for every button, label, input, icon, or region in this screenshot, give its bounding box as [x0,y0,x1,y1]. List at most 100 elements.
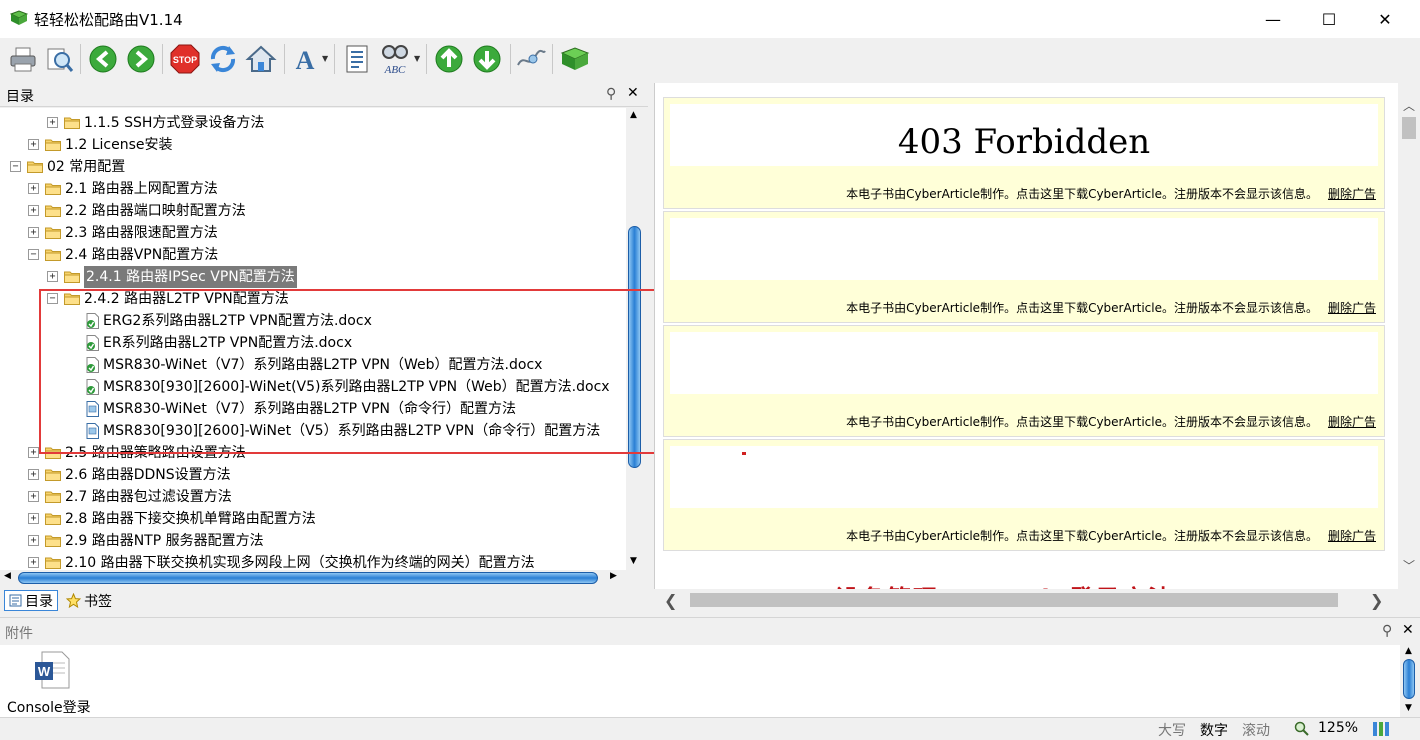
delete-ad-link[interactable]: 删除广告 [1328,529,1376,543]
toc-item[interactable]: MSR830-WiNet（V7）系列路由器L2TP VPN（Web）配置方法.d… [0,354,626,376]
scroll-down-icon[interactable]: ▼ [630,556,637,566]
toc-item-label: MSR830-WiNet（V7）系列路由器L2TP VPN（命令行）配置方法 [103,401,517,417]
toc-hscroll-thumb[interactable] [18,572,598,584]
attachment-doc-icon [86,357,99,373]
tab-bookmarks[interactable]: 书签 [62,590,116,611]
toc-panel-title: 目录 [6,89,34,105]
contents-button[interactable] [340,42,374,76]
expand-icon[interactable]: + [28,535,39,546]
expand-icon[interactable]: + [28,227,39,238]
expand-icon[interactable]: + [28,447,39,458]
collapse-icon[interactable]: − [28,249,39,260]
minimize-button[interactable]: — [1250,0,1296,38]
scroll-up-icon[interactable]: ▲ [630,110,637,120]
columns-icon[interactable] [1372,721,1390,737]
scroll-up-icon[interactable]: ▲ [1405,646,1412,656]
expand-icon[interactable]: + [47,271,58,282]
toc-item[interactable]: MSR830-WiNet（V7）系列路由器L2TP VPN（命令行）配置方法 [0,398,626,420]
attachment-item[interactable]: W Console登录 [4,649,100,716]
toc-item[interactable]: +1.2 License安装 [0,134,626,156]
find-dropdown-icon[interactable]: ▼ [414,54,422,64]
previous-topic-button[interactable] [432,42,466,76]
toc-vertical-scrollbar[interactable]: ▲ ▼ [626,108,644,570]
expand-icon[interactable]: + [28,205,39,216]
toc-item[interactable]: − 2.4 路由器VPN配置方法 [0,244,626,266]
folder-icon [45,491,61,503]
cyberarticle-notice-link[interactable]: 本电子书由CyberArticle制作。点击这里下载CyberArticle。注… [846,301,1318,315]
toc-horizontal-scrollbar[interactable]: ◀ ▶ [0,570,626,586]
content-vertical-scrollbar[interactable]: ︿ ﹀ [1398,83,1420,589]
toc-item[interactable]: +2.3 路由器限速配置方法 [0,222,626,244]
toc-item[interactable]: ERG2系列路由器L2TP VPN配置方法.docx [0,310,626,332]
scroll-down-icon[interactable]: ﹀ [1403,557,1415,574]
content-block: 本电子书由CyberArticle制作。点击这里下载CyberArticle。注… [663,325,1385,437]
content-hscroll-thumb[interactable] [690,593,1338,607]
expand-icon[interactable]: + [47,117,58,128]
toc-item[interactable]: ER系列路由器L2TP VPN配置方法.docx [0,332,626,354]
content-scroll-thumb[interactable] [1402,117,1416,139]
pin-icon[interactable]: ⚲ [606,86,616,102]
expand-icon[interactable]: + [28,139,39,150]
expand-icon[interactable]: + [28,513,39,524]
toc-item[interactable]: MSR830[930][2600]-WiNet（V5）系列路由器L2TP VPN… [0,420,626,442]
find-icon: ABC [382,45,408,76]
cyberarticle-notice-link[interactable]: 本电子书由CyberArticle制作。点击这里下载CyberArticle。注… [846,415,1318,429]
delete-ad-link[interactable]: 删除广告 [1328,301,1376,315]
scroll-down-icon[interactable]: ▼ [1405,703,1412,713]
zoom-icon[interactable] [1294,721,1310,737]
attachments-scroll-thumb[interactable] [1403,659,1415,699]
font-button[interactable]: A [288,42,322,76]
next-topic-button[interactable] [470,42,504,76]
collapse-icon[interactable]: − [47,293,58,304]
delete-ad-link[interactable]: 删除广告 [1328,187,1376,201]
stop-button[interactable]: STOP [168,42,202,76]
toc-item[interactable]: +2.6 路由器DDNS设置方法 [0,464,626,486]
print-button[interactable] [6,42,40,76]
toc-close-icon[interactable]: ✕ [627,85,639,101]
toc-item[interactable]: +1.1.5 SSH方式登录设备方法 [0,112,626,134]
attachments-close-icon[interactable]: ✕ [1402,622,1414,638]
find-button[interactable]: ABC [378,42,412,76]
collapse-icon[interactable]: − [10,161,21,172]
toc-item[interactable]: MSR830[930][2600]-WiNet(V5)系列路由器L2TP VPN… [0,376,626,398]
expand-icon[interactable]: + [28,491,39,502]
toc-item[interactable]: − 2.4.2 路由器L2TP VPN配置方法 [0,288,626,310]
expand-icon[interactable]: + [28,557,39,568]
toc-item[interactable]: +2.8 路由器下接交换机单臂路由配置方法 [0,508,626,530]
close-button[interactable]: ✕ [1362,0,1408,38]
toc-item[interactable]: +2.10 路由器下联交换机实现多网段上网（交换机作为终端的网关）配置方法 [0,552,626,570]
tab-toc[interactable]: 目录 [4,590,58,611]
link-button[interactable] [514,42,548,76]
content-block: 本电子书由CyberArticle制作。点击这里下载CyberArticle。注… [663,211,1385,323]
toc-item[interactable]: +2.9 路由器NTP 服务器配置方法 [0,530,626,552]
scroll-left-icon[interactable]: ◀ [4,571,11,581]
forward-button[interactable] [124,42,158,76]
cyberarticle-notice-link[interactable]: 本电子书由CyberArticle制作。点击这里下载CyberArticle。注… [846,529,1318,543]
pin-icon[interactable]: ⚲ [1382,623,1392,639]
cyberarticle-notice-link[interactable]: 本电子书由CyberArticle制作。点击这里下载CyberArticle。注… [846,187,1318,201]
toc-item[interactable]: +2.1 路由器上网配置方法 [0,178,626,200]
expand-icon[interactable]: + [28,183,39,194]
scroll-right-icon[interactable]: ❯ [1370,591,1383,610]
scroll-right-icon[interactable]: ▶ [610,571,617,581]
font-dropdown-icon[interactable]: ▼ [322,54,330,64]
delete-ad-link[interactable]: 删除广告 [1328,415,1376,429]
expand-icon[interactable]: + [28,469,39,480]
home-button[interactable] [244,42,278,76]
scroll-left-icon[interactable]: ❮ [664,591,677,610]
content-horizontal-scrollbar[interactable]: ❮ ❯ [654,589,1398,611]
toc-item[interactable]: +2.4.1 路由器IPSec VPN配置方法 [0,266,626,288]
toc-item[interactable]: − 02 常用配置 [0,156,626,178]
toc-item[interactable]: +2.7 路由器包过滤设置方法 [0,486,626,508]
toc-panel-header: 目录 ⚲ ✕ [0,83,648,107]
refresh-button[interactable] [206,42,240,76]
print-preview-button[interactable] [42,42,76,76]
back-button[interactable] [86,42,120,76]
book-button[interactable] [558,42,592,76]
maximize-button[interactable]: ☐ [1306,0,1352,38]
toc-item[interactable]: +2.5 路由器策略路由设置方法 [0,442,626,464]
scroll-up-icon[interactable]: ︿ [1403,97,1415,114]
toc-item[interactable]: +2.2 路由器端口映射配置方法 [0,200,626,222]
attachments-scrollbar[interactable]: ▲ ▼ [1400,645,1420,717]
toc-scroll-thumb[interactable] [628,226,641,468]
